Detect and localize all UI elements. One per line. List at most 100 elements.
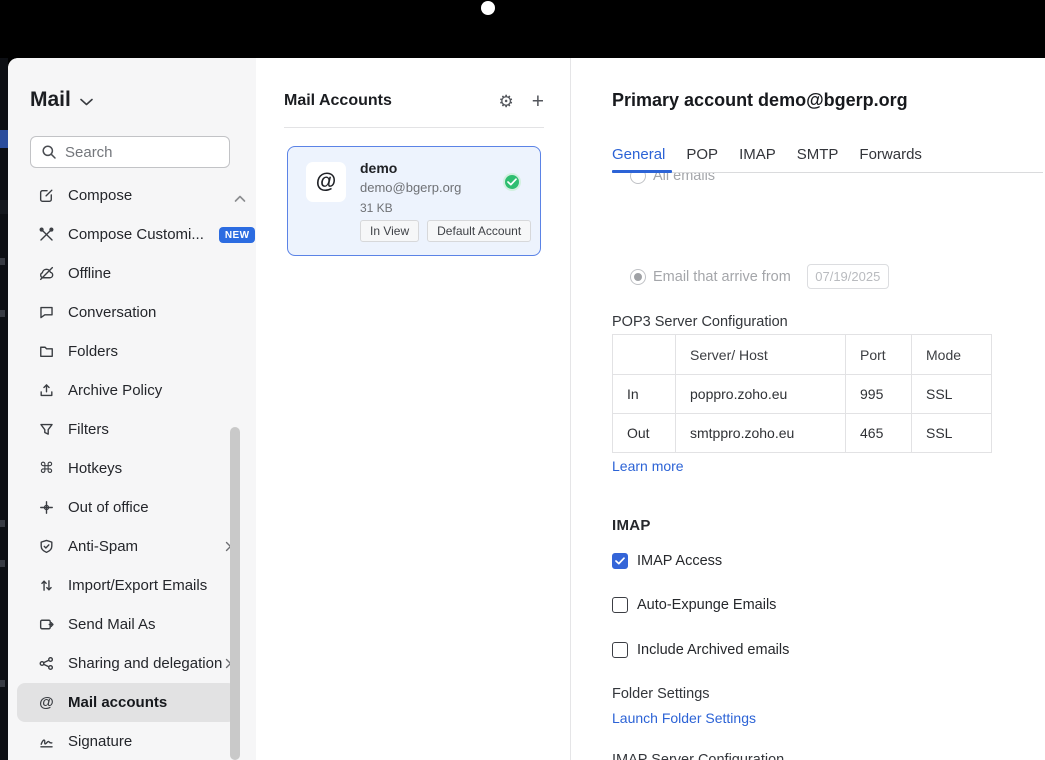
table-cell: SSL [912,375,992,414]
chevron-down-icon [80,98,93,106]
launch-folder-settings-link[interactable]: Launch Folder Settings [612,710,756,726]
checkbox-include-archived-emails[interactable]: Include Archived emails [612,642,789,658]
in-view-badge: In View [360,220,419,242]
detail-title: Primary account demo@bgerp.org [612,90,908,111]
arrive-date-field[interactable]: 07/19/2025 [807,264,889,289]
account-size: 31 KB [360,201,393,215]
sharing-icon [38,655,55,672]
sidebar-item-compose[interactable]: Compose [17,176,236,215]
folder-settings-label: Folder Settings [612,686,710,702]
sidebar-item-label: Out of office [68,499,149,516]
account-email: demo@bgerp.org [360,180,461,195]
sidebar-item-anti-spam[interactable]: Anti-Spam [17,527,236,566]
column-header: Mode [912,335,992,375]
search-icon [41,144,57,160]
sidebar-item-label: Mail accounts [68,694,167,711]
sidebar-item-mail-accounts[interactable]: @ Mail accounts [17,683,236,722]
search-input[interactable] [65,144,205,161]
sidebar-item-compose-customi[interactable]: Compose Customi...NEW [17,215,236,254]
search-box[interactable] [30,136,230,168]
background-selected-item [0,130,8,148]
sidebar-item-folders[interactable]: Folders [17,332,236,371]
table-cell: 465 [846,414,912,453]
import-export-icon [38,577,55,594]
table-cell: poppro.zoho.eu [676,375,846,414]
mail-accounts-title: Mail Accounts [284,92,392,110]
sidebar-item-archive-policy[interactable]: Archive Policy [17,371,236,410]
sidebar-item-label: Sharing and delegation [68,655,222,672]
sidebar-item-hotkeys[interactable]: ⌘ Hotkeys [17,449,236,488]
tab-general[interactable]: General [612,146,665,173]
background-fragment [0,520,5,527]
unchecked-checkbox-icon [612,597,628,613]
sidebar-item-offline[interactable]: Offline [17,254,236,293]
mail-accounts-header: Mail Accounts ⚙ + [284,88,544,114]
sidebar-item-label: Import/Export Emails [68,577,207,594]
sidebar-item-label: Send Mail As [68,616,156,633]
sidebar-item-label: Signature [68,733,132,750]
sidebar-scrollbar-thumb[interactable] [230,427,240,760]
hotkeys-icon: ⌘ [38,460,55,477]
account-detail-panel: All emails Email that arrive from 07/19/… [571,58,1045,760]
tab-pop[interactable]: POP [686,146,718,173]
checkbox-label: IMAP Access [637,553,722,569]
background-fragment [0,560,5,567]
account-card[interactable]: @ demo demo@bgerp.org 31 KB In View Defa… [287,146,541,256]
mail-accounts-panel: Mail Accounts ⚙ + @ demo demo@bgerp.org … [256,58,571,760]
background-fragment [0,258,5,265]
compose-icon [38,187,55,204]
imap-config-heading: IMAP Server Configuration [612,752,784,760]
sidebar-item-label: Folders [68,343,118,360]
scroll-up-icon[interactable] [234,190,246,208]
arrive-from-label: Email that arrive from [653,269,791,285]
out-of-office-icon [38,499,55,516]
table-cell: In [613,375,676,414]
filters-icon [38,421,55,438]
sidebar-item-label: Archive Policy [68,382,162,399]
table-header-row: Server/ HostPortMode [613,335,992,375]
sidebar-item-label: Compose Customi... [68,226,204,243]
background-fragment [0,310,5,317]
sidebar-item-conversation[interactable]: Conversation [17,293,236,332]
offline-icon [38,265,55,282]
mail-accounts-icon: @ [38,694,55,711]
column-header: Port [846,335,912,375]
checkbox-label: Include Archived emails [637,642,789,658]
compose-customization-icon [38,226,55,243]
sidebar-item-sharing-and-delegation[interactable]: Sharing and delegation [17,644,236,683]
send-mail-as-icon [38,616,55,633]
active-tab-underline [612,170,672,173]
learn-more-link[interactable]: Learn more [612,458,684,474]
sidebar-item-send-mail-as[interactable]: Send Mail As [17,605,236,644]
checkbox-imap-access[interactable]: IMAP Access [612,553,722,569]
settings-gear-icon[interactable]: ⚙ [498,93,513,110]
sidebar-item-label: Hotkeys [68,460,122,477]
table-cell: Out [613,414,676,453]
app-switcher[interactable]: Mail [30,88,93,112]
tab-smtp[interactable]: SMTP [797,146,839,173]
anti-spam-icon [38,538,55,555]
checkbox-auto-expunge-emails[interactable]: Auto-Expunge Emails [612,597,776,613]
imap-section-heading: IMAP [612,517,651,534]
table-row: Inpoppro.zoho.eu995SSL [613,375,992,414]
archive-policy-icon [38,382,55,399]
sidebar-item-filters[interactable]: Filters [17,410,236,449]
sidebar-item-signature[interactable]: Signature [17,722,236,760]
tab-imap[interactable]: IMAP [739,146,776,173]
add-account-icon[interactable]: + [532,91,544,112]
sidebar-item-out-of-office[interactable]: Out of office [17,488,236,527]
detail-tabs: General POP IMAP SMTP Forwards [612,146,922,173]
tab-forwards[interactable]: Forwards [859,146,922,173]
sidebar-item-label: Anti-Spam [68,538,138,555]
sidebar-item-import-export-emails[interactable]: Import/Export Emails [17,566,236,605]
table-row: Outsmtppro.zoho.eu465SSL [613,414,992,453]
settings-sidebar: Mail ComposeCompose Customi...NEWOffline… [8,58,256,760]
column-header: Server/ Host [676,335,846,375]
settings-overlay-panel: Mail ComposeCompose Customi...NEWOffline… [8,58,1045,760]
table-cell: smtppro.zoho.eu [676,414,846,453]
account-name: demo [360,160,397,176]
account-badges: In View Default Account [360,220,531,242]
unchecked-checkbox-icon [612,642,628,658]
arrive-from-option[interactable]: Email that arrive from 07/19/2025 [630,264,889,289]
sidebar-menu: ComposeCompose Customi...NEWOfflineConve… [8,176,256,760]
